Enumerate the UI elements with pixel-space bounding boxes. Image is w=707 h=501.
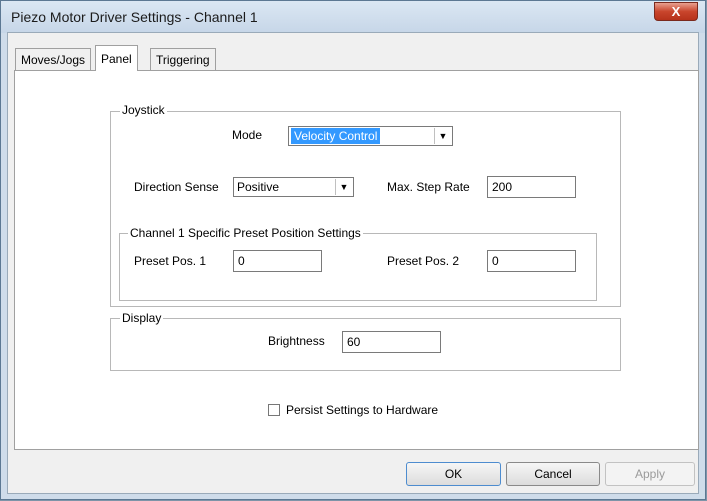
tab-moves-jogs[interactable]: Moves/Jogs — [15, 48, 92, 70]
preset-pos-2-label: Preset Pos. 2 — [387, 254, 460, 268]
ok-button[interactable]: OK — [406, 462, 501, 486]
chevron-down-icon[interactable]: ▼ — [434, 128, 451, 144]
preset-pos-2-input[interactable]: 0 — [487, 250, 576, 272]
brightness-label: Brightness — [268, 334, 325, 348]
preset-pos-1-input[interactable]: 0 — [233, 250, 322, 272]
persist-settings-checkbox[interactable] — [268, 404, 280, 416]
title-bar[interactable]: Piezo Motor Driver Settings - Channel 1 … — [1, 1, 705, 33]
preset-pos-1-label: Preset Pos. 1 — [134, 254, 207, 268]
direction-sense-value: Positive — [237, 180, 280, 194]
mode-select[interactable]: Velocity Control ▼ — [288, 126, 453, 146]
display-legend: Display — [120, 311, 164, 325]
mode-value: Velocity Control — [291, 128, 381, 144]
mode-label: Mode — [232, 128, 263, 142]
apply-button[interactable]: Apply — [605, 462, 695, 486]
joystick-legend: Joystick — [120, 103, 167, 117]
chevron-down-icon[interactable]: ▼ — [335, 179, 352, 195]
tab-triggering[interactable]: Triggering — [150, 48, 216, 70]
window-title: Piezo Motor Driver Settings - Channel 1 — [11, 9, 258, 25]
cancel-button[interactable]: Cancel — [506, 462, 600, 486]
close-button[interactable]: X — [654, 2, 698, 21]
close-icon: X — [671, 4, 681, 19]
max-step-rate-input[interactable]: 200 — [487, 176, 576, 198]
preset-position-legend: Channel 1 Specific Preset Position Setti… — [128, 226, 363, 240]
persist-settings-label[interactable]: Persist Settings to Hardware — [286, 403, 438, 417]
tab-panel[interactable]: Panel — [95, 45, 138, 71]
direction-sense-label: Direction Sense — [134, 180, 219, 194]
direction-sense-select[interactable]: Positive ▼ — [233, 177, 354, 197]
brightness-input[interactable]: 60 — [342, 331, 441, 353]
max-step-rate-label: Max. Step Rate — [387, 180, 470, 194]
